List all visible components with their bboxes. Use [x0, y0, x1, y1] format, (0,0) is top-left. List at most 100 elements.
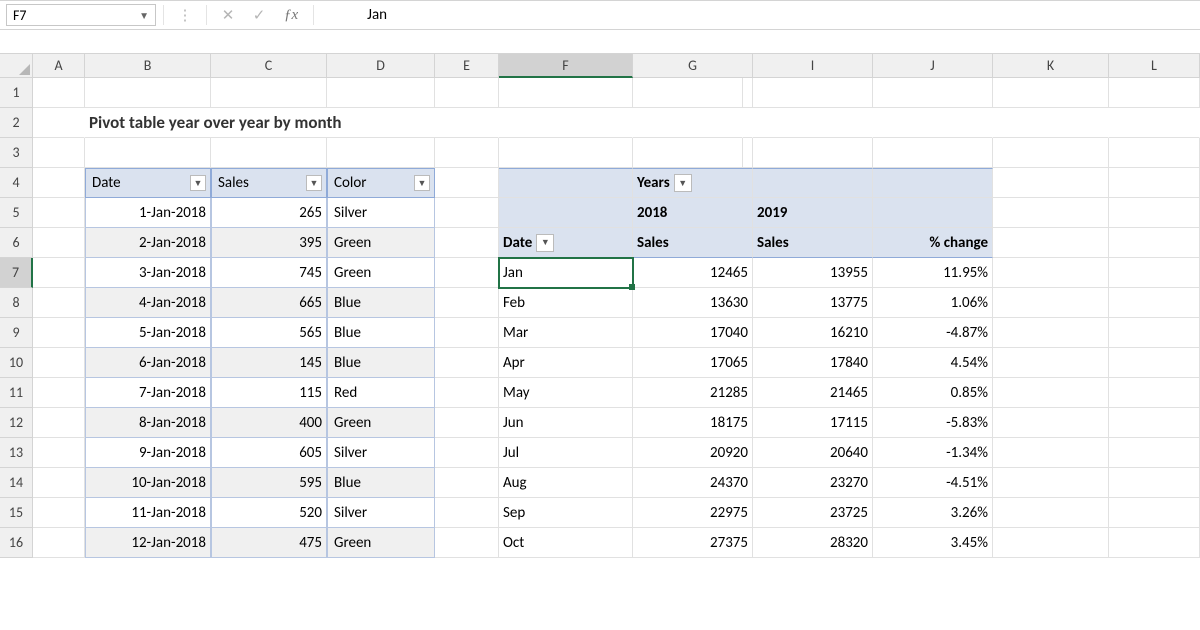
pivot-val1: 21285	[710, 384, 748, 402]
cell-date: 9-Jan-2018	[139, 444, 206, 462]
row-headers: 12345678910111213141516	[0, 78, 33, 558]
pivot-val1: 12465	[710, 264, 748, 282]
cell-sales: 565	[299, 324, 322, 342]
row-header-9[interactable]: 9	[0, 318, 33, 348]
pivot-date-label: Date	[503, 234, 532, 252]
row-header-16[interactable]: 16	[0, 528, 33, 558]
cell-color: Green	[334, 414, 371, 432]
filter-dropdown-icon[interactable]: ▼	[414, 175, 430, 191]
divider	[163, 5, 164, 25]
cell-sales: 115	[299, 384, 322, 402]
filter-dropdown-icon[interactable]: ▼	[190, 175, 206, 191]
cell-sales: 605	[299, 444, 322, 462]
pivot-pct-label: % change	[929, 234, 988, 252]
cell-date: 2-Jan-2018	[139, 234, 206, 252]
cell-color: Silver	[334, 444, 367, 462]
name-box[interactable]: F7 ▼	[6, 4, 156, 26]
cell-color: Blue	[334, 354, 361, 372]
pivot-years-label: Years	[637, 174, 670, 192]
col-header-G[interactable]: G	[633, 54, 753, 78]
col-header-B[interactable]: B	[85, 54, 211, 78]
name-box-dropdown-icon[interactable]: ▼	[139, 9, 149, 22]
cell-color: Blue	[334, 324, 361, 342]
col-header-I[interactable]: I	[753, 54, 873, 78]
pivot-dropdown-icon[interactable]: ▼	[536, 234, 554, 252]
col-header-J[interactable]: J	[873, 54, 993, 78]
cell-sales: 520	[299, 504, 322, 522]
cancel-icon[interactable]: ✕	[214, 4, 242, 26]
pivot-pct: 4.54%	[951, 354, 988, 372]
pivot-val2: 23725	[830, 504, 868, 522]
col-header-K[interactable]: K	[993, 54, 1109, 78]
formula-bar: F7 ▼ ⋮ ✕ ✓ ƒx Jan	[0, 0, 1200, 30]
row-header-2[interactable]: 2	[0, 108, 33, 138]
fx-icon[interactable]: ƒx	[276, 7, 306, 24]
cell-sales: 665	[299, 294, 322, 312]
cell-sales: 400	[299, 414, 322, 432]
pivot-pct: -5.83%	[946, 414, 988, 432]
cell-color: Green	[334, 534, 371, 552]
col-header-F[interactable]: F	[499, 54, 633, 78]
cell-date: 4-Jan-2018	[139, 294, 206, 312]
pivot-val2: 13955	[830, 264, 868, 282]
pivot-pct: 1.06%	[951, 294, 988, 312]
col-header-E[interactable]: E	[435, 54, 499, 78]
row-header-15[interactable]: 15	[0, 498, 33, 528]
row-header-14[interactable]: 14	[0, 468, 33, 498]
pivot-val2: 16210	[830, 324, 868, 342]
pivot-sales-label-1: Sales	[637, 234, 669, 252]
cell-color: Green	[334, 234, 371, 252]
row-header-12[interactable]: 12	[0, 408, 33, 438]
pivot-month: Sep	[503, 504, 525, 522]
cell-color: Blue	[334, 474, 361, 492]
col-header-L[interactable]: L	[1109, 54, 1200, 78]
pivot-month: Mar	[503, 324, 528, 342]
pivot-pct: -4.87%	[946, 324, 988, 342]
cell-sales: 745	[299, 264, 322, 282]
cell-sales: 265	[299, 204, 322, 222]
cell-color: Red	[334, 384, 357, 402]
cell-date: 11-Jan-2018	[131, 504, 206, 522]
pivot-val2: 17115	[830, 414, 868, 432]
row-header-10[interactable]: 10	[0, 348, 33, 378]
col-header-A[interactable]: A	[33, 54, 85, 78]
enter-icon[interactable]: ✓	[245, 4, 273, 26]
pivot-pct: 0.85%	[951, 384, 988, 402]
pivot-val1: 22975	[710, 504, 748, 522]
row-header-13[interactable]: 13	[0, 438, 33, 468]
row-header-4[interactable]: 4	[0, 168, 33, 198]
row-header-6[interactable]: 6	[0, 228, 33, 258]
pivot-month: Oct	[503, 534, 524, 552]
select-all-corner[interactable]	[0, 54, 33, 78]
pivot-val2: 23270	[830, 474, 868, 492]
cell-date: 7-Jan-2018	[139, 384, 206, 402]
formula-input[interactable]: Jan	[321, 4, 1194, 26]
pivot-val1: 20920	[710, 444, 748, 462]
cell-sales: 595	[299, 474, 322, 492]
pivot-pct: 3.26%	[951, 504, 988, 522]
pivot-month: Jul	[503, 444, 519, 462]
pivot-val1: 17040	[710, 324, 748, 342]
cell-date: 8-Jan-2018	[139, 414, 206, 432]
pivot-val1: 18175	[710, 414, 748, 432]
spreadsheet-grid: 12345678910111213141516 ABCDEFGIJKL Pivo…	[0, 54, 1200, 558]
pivot-pct: -1.34%	[946, 444, 988, 462]
cell-date: 1-Jan-2018	[139, 204, 206, 222]
th-color: Color	[334, 174, 367, 192]
filter-dropdown-icon[interactable]: ▼	[306, 175, 322, 191]
pivot-val2: 17840	[830, 354, 868, 372]
row-header-7[interactable]: 7	[0, 258, 33, 288]
row-header-1[interactable]: 1	[0, 78, 33, 108]
col-header-D[interactable]: D	[327, 54, 435, 78]
row-header-8[interactable]: 8	[0, 288, 33, 318]
pivot-pct: 3.45%	[951, 534, 988, 552]
pivot-val2: 21465	[830, 384, 868, 402]
pivot-dropdown-icon[interactable]: ▼	[674, 174, 692, 192]
pivot-month: Apr	[503, 354, 525, 372]
row-header-11[interactable]: 11	[0, 378, 33, 408]
row-header-5[interactable]: 5	[0, 198, 33, 228]
row-header-3[interactable]: 3	[0, 138, 33, 168]
col-header-C[interactable]: C	[211, 54, 327, 78]
cell-sales: 475	[299, 534, 322, 552]
cells-area[interactable]: Pivot table year over year by monthDate▼…	[33, 78, 1200, 558]
